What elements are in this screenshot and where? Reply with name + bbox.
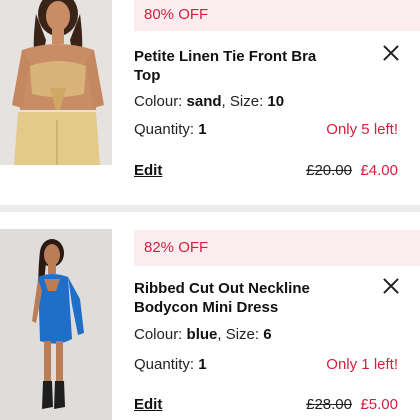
product-options: Colour: sand, Size: 10	[134, 93, 284, 110]
quantity-label: Quantity:	[134, 356, 195, 373]
item-divider	[0, 205, 420, 212]
product-title[interactable]: Ribbed Cut Out Neckline Bodycon Mini Dre…	[134, 279, 344, 317]
separator: ,	[217, 326, 226, 343]
remove-item-close-icon[interactable]	[382, 44, 400, 62]
remove-item-close-icon[interactable]	[382, 277, 400, 295]
discount-label: 80% OFF	[144, 6, 209, 23]
stock-warning: Only 1 left!	[326, 356, 398, 373]
sale-price: £5.00	[360, 396, 398, 413]
quantity: Quantity: 1	[134, 121, 207, 138]
edit-link[interactable]: Edit	[134, 162, 162, 179]
cart-item: 82% OFF Ribbed Cut Out Neckline Bodycon …	[0, 222, 420, 420]
colour-value: sand	[186, 93, 222, 110]
stock-warning: Only 5 left!	[326, 121, 398, 138]
quantity-value: 1	[198, 356, 207, 373]
sale-price: £4.00	[360, 162, 398, 179]
blue-dress-model-icon	[0, 229, 112, 420]
colour-label: Colour:	[134, 93, 183, 110]
size-value: 10	[267, 93, 285, 110]
edit-link[interactable]: Edit	[134, 396, 162, 413]
discount-badge: 80% OFF	[134, 0, 420, 31]
linen-top-model-icon	[0, 0, 112, 165]
product-options: Colour: blue, Size: 6	[134, 326, 272, 343]
discount-label: 82% OFF	[144, 239, 209, 256]
quantity: Quantity: 1	[134, 356, 207, 373]
product-title[interactable]: Petite Linen Tie Front Bra Top	[134, 47, 344, 85]
colour-label: Colour:	[134, 326, 183, 343]
product-image[interactable]	[0, 229, 112, 420]
colour-value: blue	[186, 326, 218, 343]
separator: ,	[221, 93, 230, 110]
size-value: 6	[263, 326, 272, 343]
original-price: £28.00	[306, 396, 352, 413]
quantity-label: Quantity:	[134, 121, 195, 138]
product-image[interactable]	[0, 0, 112, 165]
size-label: Size:	[229, 93, 264, 110]
original-price: £20.00	[306, 162, 352, 179]
discount-badge: 82% OFF	[134, 230, 420, 266]
quantity-value: 1	[198, 121, 207, 138]
cart-item: 80% OFF Petite Linen Tie Front Bra Top C…	[0, 0, 420, 196]
size-label: Size:	[225, 326, 260, 343]
